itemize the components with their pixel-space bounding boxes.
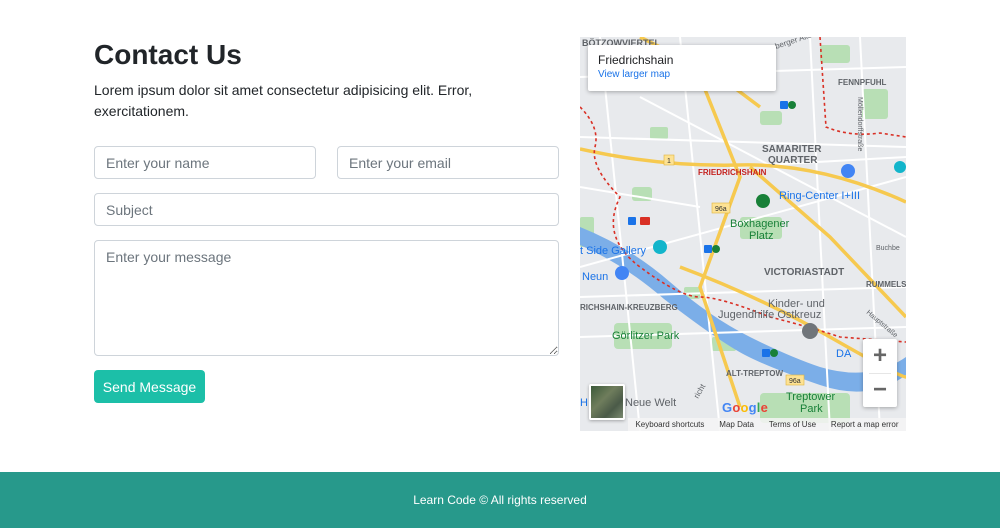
site-footer: Learn Code © All rights reserved [0, 472, 1000, 528]
copyright-text: Learn Code © All rights reserved [413, 493, 587, 507]
map-label-east-side-gallery: t Side Gallery [580, 245, 647, 257]
place-name: Friedrichshain [598, 53, 674, 67]
page-title: Contact Us [94, 39, 242, 70]
google-logo: Google [722, 400, 768, 415]
satellite-toggle-button[interactable] [589, 384, 625, 420]
poi-edge-icon [894, 161, 906, 173]
route-96a-label-2: 96a [789, 378, 801, 385]
map-label-neun: Neun [582, 271, 608, 283]
transit-db-icon [640, 217, 650, 225]
map-label-fkreuzberg: RICHSHAIN-KREUZBERG [580, 303, 678, 312]
transit-s-icon-3 [704, 245, 712, 253]
transit-u-icon-1 [788, 101, 796, 109]
zoom-divider [869, 373, 891, 374]
map-label-jugendhilfe: Jugendhilfe Ostkreuz [718, 309, 821, 321]
shop-pin-icon [615, 266, 629, 280]
map-label-neue-welt: Neue Welt [625, 397, 676, 409]
map-label-boxhagener: Boxhagener [730, 218, 790, 230]
museum-pin-icon [653, 240, 667, 254]
zoom-in-button[interactable]: + [863, 339, 897, 373]
shopping-pin-icon [841, 164, 855, 178]
transit-s-icon-2 [628, 217, 636, 225]
transit-u-icon-2 [712, 245, 720, 253]
transit-s-icon-4 [762, 349, 770, 357]
place-pin-icon [802, 323, 818, 339]
map-data-link[interactable]: Map Data [719, 420, 754, 429]
google-logo-text: Google [722, 400, 769, 415]
map-label-rummels: RUMMELS [866, 280, 906, 289]
map-label-treptower: Treptower [786, 391, 835, 403]
map-label-samariter: SAMARITER [762, 144, 822, 155]
name-field[interactable] [94, 146, 316, 179]
transit-s-icon-1 [780, 101, 788, 109]
map-label-friedrichshain: FRIEDRICHSHAIN [698, 168, 767, 177]
email-field[interactable] [337, 146, 559, 179]
map-label-ring-center: Ring-Center I+III [779, 190, 860, 202]
map-label-da: DA [836, 348, 852, 360]
map-label-quarter: QUARTER [768, 155, 818, 166]
map-label-goerlitzer: Görlitzer Park [612, 330, 680, 342]
view-larger-map-link[interactable]: View larger map [598, 68, 766, 82]
map-label-buchberger: Buchbe [876, 245, 900, 252]
transit-u-icon-3 [770, 349, 778, 357]
map-label-platz: Platz [749, 230, 773, 242]
embedded-map[interactable]: BÖTZOWVIERTEL berger Allee FENNPFUHL Möl… [580, 37, 906, 431]
map-canvas[interactable]: BÖTZOWVIERTEL berger Allee FENNPFUHL Möl… [580, 37, 906, 431]
park-pin-icon [756, 194, 770, 208]
zoom-controls: + − [863, 339, 897, 407]
subject-field[interactable] [94, 193, 559, 226]
report-map-error-link[interactable]: Report a map error [831, 420, 899, 429]
map-label-alt-treptow: ALT-TREPTOW [726, 369, 783, 378]
message-field[interactable] [94, 240, 559, 356]
page-description: Lorem ipsum dolor sit amet consectetur a… [94, 82, 473, 119]
contact-form-column: Contact Us Lorem ipsum dolor sit amet co… [94, 38, 559, 403]
map-attribution-bar: Keyboard shortcuts Map Data Terms of Use… [628, 418, 906, 431]
map-label-h: H [580, 397, 588, 409]
terms-of-use-link[interactable]: Terms of Use [769, 420, 816, 429]
map-label-fennpfuhl: FENNPFUHL [838, 78, 887, 87]
contact-section: Contact Us Lorem ipsum dolor sit amet co… [0, 0, 1000, 472]
send-message-button[interactable]: Send Message [94, 370, 205, 403]
map-label-park: Park [800, 403, 823, 415]
zoom-out-button[interactable]: − [863, 373, 897, 407]
place-card: Friedrichshain View larger map [588, 45, 776, 91]
route-1-label: 1 [667, 158, 671, 165]
route-96a-label-1: 96a [715, 206, 727, 213]
keyboard-shortcuts-link[interactable]: Keyboard shortcuts [635, 420, 704, 429]
map-label-moellendorff: Möllendorffstraße [856, 97, 863, 151]
map-label-victoriastadt: VICTORIASTADT [764, 267, 844, 278]
